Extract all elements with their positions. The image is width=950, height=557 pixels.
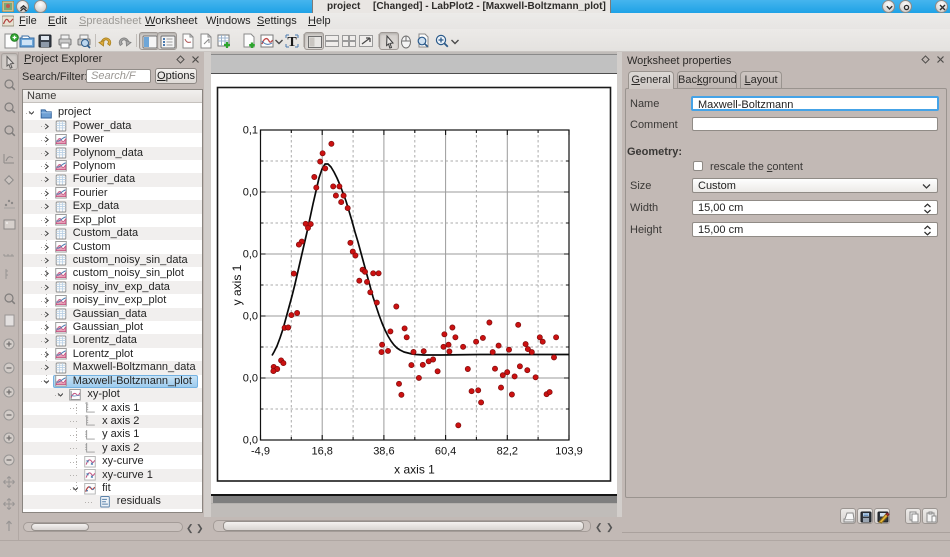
svg-text:82,2: 82,2 [497, 446, 518, 458]
svg-text:60,4: 60,4 [435, 446, 456, 458]
svg-text:y axis 1: y axis 1 [230, 264, 244, 305]
svg-text:103,9: 103,9 [555, 446, 583, 458]
svg-text:0,0: 0,0 [243, 311, 258, 323]
svg-text:0,0: 0,0 [243, 187, 258, 199]
svg-text:0,0: 0,0 [243, 435, 258, 447]
svg-text:0,0: 0,0 [243, 249, 258, 261]
svg-text:0,0: 0,0 [243, 373, 258, 385]
svg-text:0,1: 0,1 [243, 125, 258, 137]
svg-text:-4,9: -4,9 [251, 446, 270, 458]
svg-text:16,8: 16,8 [311, 446, 332, 458]
svg-text:38,6: 38,6 [373, 446, 394, 458]
svg-text:x axis 1: x axis 1 [394, 463, 435, 477]
